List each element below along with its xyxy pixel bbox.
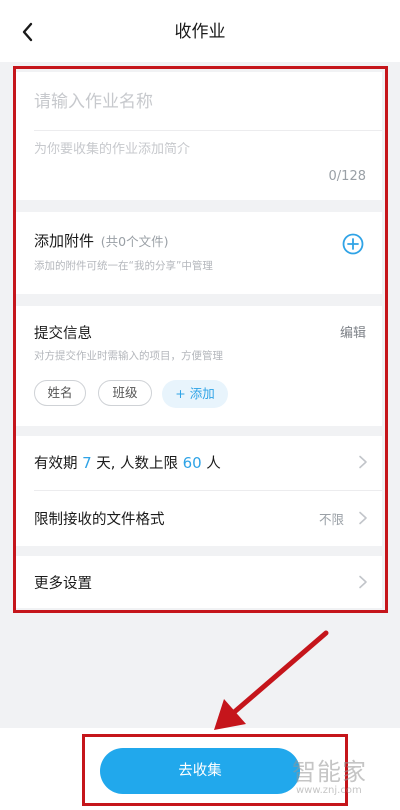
watermark-text: 智能家 xyxy=(292,758,367,786)
annotation-arrow-icon xyxy=(214,630,329,730)
watermark: 智能家 www.znj.com xyxy=(292,752,367,796)
watermark-url: www.znj.com xyxy=(296,785,362,796)
